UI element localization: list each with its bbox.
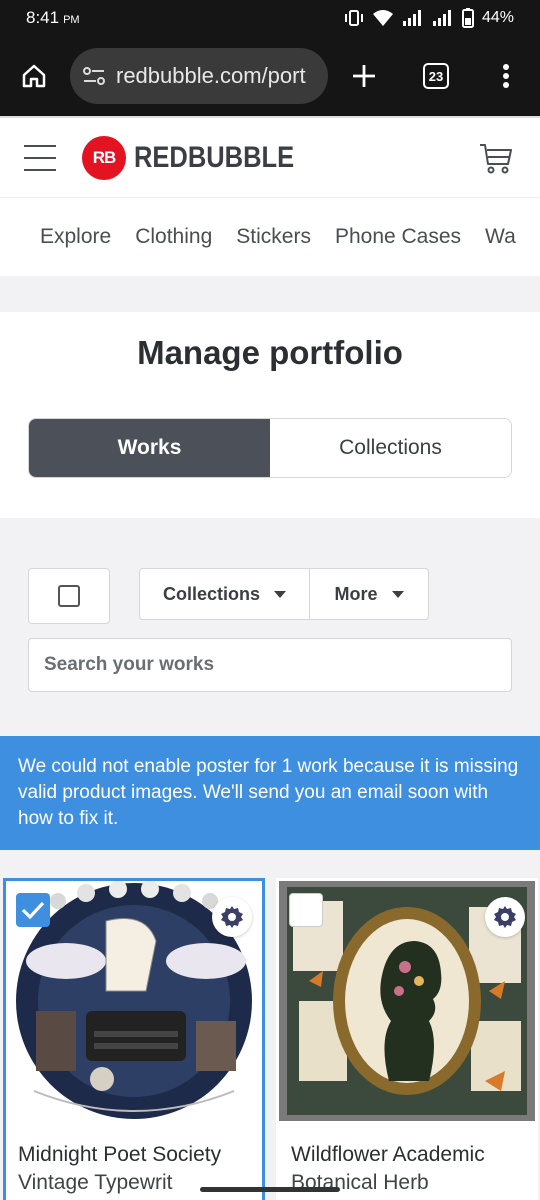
info-alert: We could not enable poster for 1 work be… [0, 736, 540, 850]
logo-wordmark: REDBUBBLE [134, 141, 295, 174]
work-title[interactable]: Midnight Poet Society [18, 1143, 221, 1167]
status-icons: 44% [344, 8, 514, 28]
page-title: Manage portfolio [137, 334, 403, 371]
plus-icon [353, 65, 375, 87]
work-settings-button[interactable] [212, 897, 252, 937]
redbubble-logo[interactable]: RB REDBUBBLE [82, 136, 322, 180]
portfolio-tabs: Works Collections [28, 418, 512, 478]
work-card[interactable]: Midnight Poet Society Vintage Typewrit [3, 878, 265, 1200]
gear-icon [494, 906, 516, 928]
nav-item-clothing[interactable]: Clothing [135, 225, 212, 249]
section-divider [0, 276, 540, 312]
work-title-line2[interactable]: Vintage Typewrit [18, 1171, 173, 1195]
battery-icon [461, 8, 474, 28]
work-select-checkbox[interactable] [16, 893, 50, 927]
more-dropdown-label: More [334, 583, 378, 604]
nav-item-wall-art[interactable]: Wa [485, 225, 516, 249]
tab-count-badge: 23 [423, 63, 449, 89]
manage-portfolio-section: Manage portfolio Works Collections [0, 312, 540, 518]
battery-percent: 44% [481, 9, 514, 26]
alert-message: We could not enable poster for 1 work be… [18, 756, 519, 829]
site-header: RB REDBUBBLE [0, 116, 540, 198]
nav-item-explore[interactable]: Explore [40, 225, 111, 249]
clock: 8:41 PM [26, 8, 80, 28]
vibrate-icon [344, 10, 363, 26]
collections-dropdown-label: Collections [162, 583, 260, 604]
nav-item-phone-cases[interactable]: Phone Cases [335, 225, 461, 249]
signal-icon [402, 10, 421, 26]
category-nav: Explore Clothing Stickers Phone Cases Wa [0, 198, 540, 276]
work-settings-button[interactable] [485, 897, 525, 937]
collections-dropdown[interactable]: Collections [140, 569, 310, 619]
gear-icon [221, 906, 243, 928]
browser-toolbar: redbubble.com/port 23 [0, 36, 540, 116]
new-tab-button[interactable] [346, 58, 382, 94]
works-area: Collections More Search your works We co… [0, 518, 540, 1200]
status-bar: 8:41 PM 44% [0, 0, 540, 36]
cart-icon[interactable] [478, 140, 514, 176]
work-title[interactable]: Wildflower Academic [291, 1143, 485, 1167]
more-vert-icon [503, 64, 509, 88]
wifi-icon [372, 10, 393, 26]
browser-menu-button[interactable] [488, 58, 524, 94]
site-settings-icon [83, 67, 105, 85]
work-select-checkbox[interactable] [289, 893, 323, 927]
nav-item-stickers[interactable]: Stickers [236, 225, 311, 249]
home-icon [22, 64, 46, 88]
work-card[interactable]: Wildflower Academic Botanical Herb [276, 878, 538, 1200]
chevron-down-icon [391, 590, 404, 598]
select-all-checkbox[interactable] [28, 568, 110, 624]
tab-switcher-button[interactable]: 23 [418, 58, 454, 94]
clock-time: 8:41 [26, 8, 60, 27]
url-text: redbubble.com/port [116, 63, 306, 88]
tab-works[interactable]: Works [29, 419, 270, 477]
address-bar[interactable]: redbubble.com/port [70, 48, 328, 104]
check-icon [21, 901, 45, 920]
search-works-input[interactable]: Search your works [28, 638, 512, 692]
logo-mark: RB [82, 136, 126, 180]
bulk-action-group: Collections More [139, 568, 429, 620]
clock-ampm: PM [63, 14, 80, 26]
signal-icon-2 [432, 10, 451, 26]
chevron-down-icon [274, 590, 286, 598]
home-button[interactable] [16, 58, 52, 94]
more-dropdown[interactable]: More [310, 569, 428, 619]
checkbox-box [58, 585, 80, 607]
hamburger-menu-icon[interactable] [24, 145, 56, 171]
gesture-bar[interactable] [200, 1187, 340, 1192]
tab-collections[interactable]: Collections [270, 419, 511, 477]
search-placeholder: Search your works [44, 654, 215, 675]
